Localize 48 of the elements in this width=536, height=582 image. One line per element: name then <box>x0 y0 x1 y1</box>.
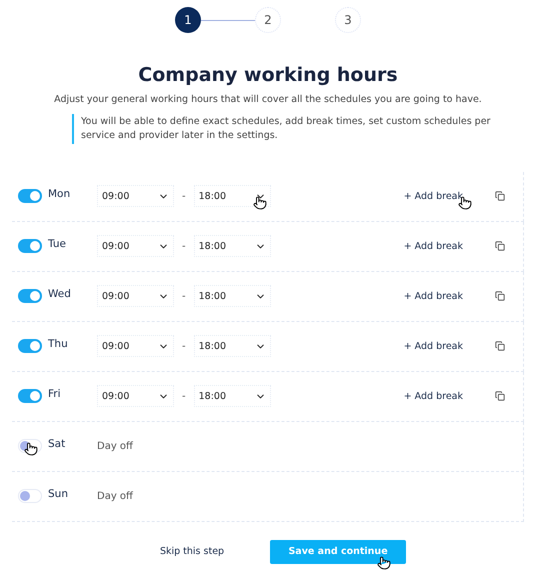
pointer-cursor-icon <box>253 196 267 210</box>
day-off-label: Day off <box>97 490 133 502</box>
time-separator: - <box>182 190 186 202</box>
day-label: Sun <box>48 488 69 500</box>
subtitle: Adjust your general working hours that will cover all the schedules you are going to have. <box>54 94 482 105</box>
time-separator: - <box>182 390 186 402</box>
copy-icon[interactable] <box>495 191 505 202</box>
pointer-cursor-icon <box>377 556 391 570</box>
time-separator: - <box>182 240 186 252</box>
day-label: Fri <box>48 388 62 400</box>
day-label: Tue <box>48 238 67 250</box>
day-toggle[interactable] <box>18 339 42 354</box>
start-time-select[interactable]: 09:00 <box>97 335 174 358</box>
start-time-select[interactable]: 09:00 <box>97 385 174 408</box>
add-break-link[interactable]: + Add break <box>404 390 463 402</box>
step-indicator: 3 <box>335 7 361 33</box>
add-break-link[interactable]: + Add break <box>404 240 463 252</box>
copy-icon[interactable] <box>495 341 505 352</box>
day-toggle[interactable] <box>18 389 42 404</box>
start-time-select[interactable]: 09:00 <box>97 185 174 208</box>
day-label: Wed <box>48 288 72 300</box>
skip-button[interactable]: Skip this step <box>160 546 224 558</box>
end-time-select[interactable]: 18:00 <box>194 335 271 358</box>
day-toggle[interactable] <box>18 289 42 304</box>
start-time-select[interactable]: 09:00 <box>97 235 174 258</box>
add-break-link[interactable]: + Add break <box>404 340 463 352</box>
day-label: Sat <box>48 438 66 450</box>
time-separator: - <box>182 290 186 302</box>
day-label: Mon <box>48 188 72 200</box>
day-off-label: Day off <box>97 440 133 452</box>
copy-icon[interactable] <box>495 241 505 252</box>
info-note: You will be able to define exact schedules, add break times, set custom schedules per service and provider later in the settings. <box>72 114 521 144</box>
add-break-link[interactable]: + Add break <box>404 190 463 202</box>
end-time-select[interactable]: 18:00 <box>194 285 271 308</box>
day-toggle[interactable] <box>18 189 42 204</box>
day-toggle[interactable] <box>18 239 42 254</box>
step-indicator: 1 <box>175 7 201 33</box>
page-title: Company working hours <box>138 64 398 86</box>
copy-icon[interactable] <box>495 391 505 402</box>
end-time-select[interactable]: 18:00 <box>194 385 271 408</box>
day-label: Thu <box>48 338 69 350</box>
start-time-select[interactable]: 09:00 <box>97 285 174 308</box>
end-time-select[interactable]: 18:00 <box>194 235 271 258</box>
copy-icon[interactable] <box>495 291 505 302</box>
time-separator: - <box>182 340 186 352</box>
add-break-link[interactable]: + Add break <box>404 290 463 302</box>
step-indicator: 2 <box>255 7 281 33</box>
pointer-cursor-icon <box>24 442 38 456</box>
